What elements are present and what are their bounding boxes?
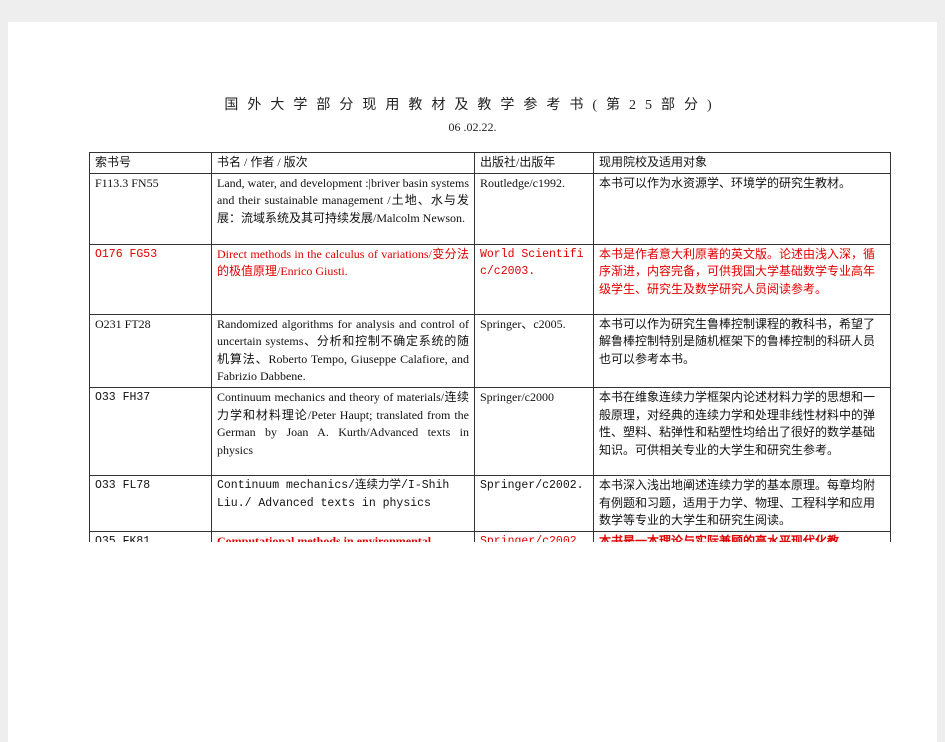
table-row: O33 FL78 Continuum mechanics/连续力学/I-Shih… bbox=[89, 474, 891, 532]
publisher: Springer/c2002. bbox=[474, 474, 594, 532]
table-row: F113.3 FN55 Land, water, and development… bbox=[89, 172, 891, 245]
header-publisher: 出版社/出版年 bbox=[474, 152, 594, 174]
book-title: Randomized algorithms for analysis and c… bbox=[211, 313, 475, 388]
publisher: Routledge/c1992. bbox=[474, 172, 594, 245]
book-title: Continuum mechanics and theory of materi… bbox=[211, 386, 475, 476]
usage: 本书在维象连续力学框架内论述材料力学的思想和一般原理，对经典的连续力学和处理非线… bbox=[593, 386, 891, 476]
call-no: O231 FT28 bbox=[89, 313, 212, 388]
document-page: 国外大学部分现用教材及教学参考书(第25部分) 06 .02.22. 索书号 书… bbox=[8, 22, 937, 742]
book-title: Direct methods in the calculus of variat… bbox=[211, 243, 475, 315]
table-row: O33 FH37 Continuum mechanics and theory … bbox=[89, 386, 891, 476]
document-title: 国外大学部分现用教材及教学参考书(第25部分) bbox=[224, 98, 721, 113]
usage: 本书是作者意大利原著的英文版。论述由浅入深，循序渐进，内容完备，可供我国大学基础… bbox=[593, 243, 891, 315]
table-row: O231 FT28 Randomized algorithms for anal… bbox=[89, 313, 891, 388]
book-table: 索书号 书名 / 作者 / 版次 出版社/出版年 现用院校及适用对象 F113.… bbox=[89, 152, 891, 572]
document-date: 06 .02.22. bbox=[448, 120, 497, 134]
publisher: Springer、c2005. bbox=[474, 313, 594, 388]
usage: 本书可以作为研究生鲁棒控制课程的教科书，希望了解鲁棒控制特别是随机框架下的鲁棒控… bbox=[593, 313, 891, 388]
usage: 本书深入浅出地阐述连续力学的基本原理。每章均附有例题和习题，适用于力学、物理、工… bbox=[593, 474, 891, 532]
call-no: O176 FG53 bbox=[89, 243, 212, 315]
page-cutoff bbox=[8, 542, 937, 742]
header-title: 书名 / 作者 / 版次 bbox=[211, 152, 475, 174]
header-usage: 现用院校及适用对象 bbox=[593, 152, 891, 174]
publisher: World Scientific/c2003. bbox=[474, 243, 594, 315]
call-no: F113.3 FN55 bbox=[89, 172, 212, 245]
book-title: Continuum mechanics/连续力学/I-Shih Liu./ Ad… bbox=[211, 474, 475, 532]
call-no: O33 FL78 bbox=[89, 474, 212, 532]
table-header-row: 索书号 书名 / 作者 / 版次 出版社/出版年 现用院校及适用对象 bbox=[89, 152, 891, 174]
usage: 本书可以作为水资源学、环境学的研究生教材。 bbox=[593, 172, 891, 245]
table-row: O176 FG53 Direct methods in the calculus… bbox=[89, 243, 891, 315]
publisher: Springer/c2000 bbox=[474, 386, 594, 476]
call-no: O33 FH37 bbox=[89, 386, 212, 476]
header-call-no: 索书号 bbox=[89, 152, 212, 174]
book-title: Land, water, and development :|briver ba… bbox=[211, 172, 475, 245]
